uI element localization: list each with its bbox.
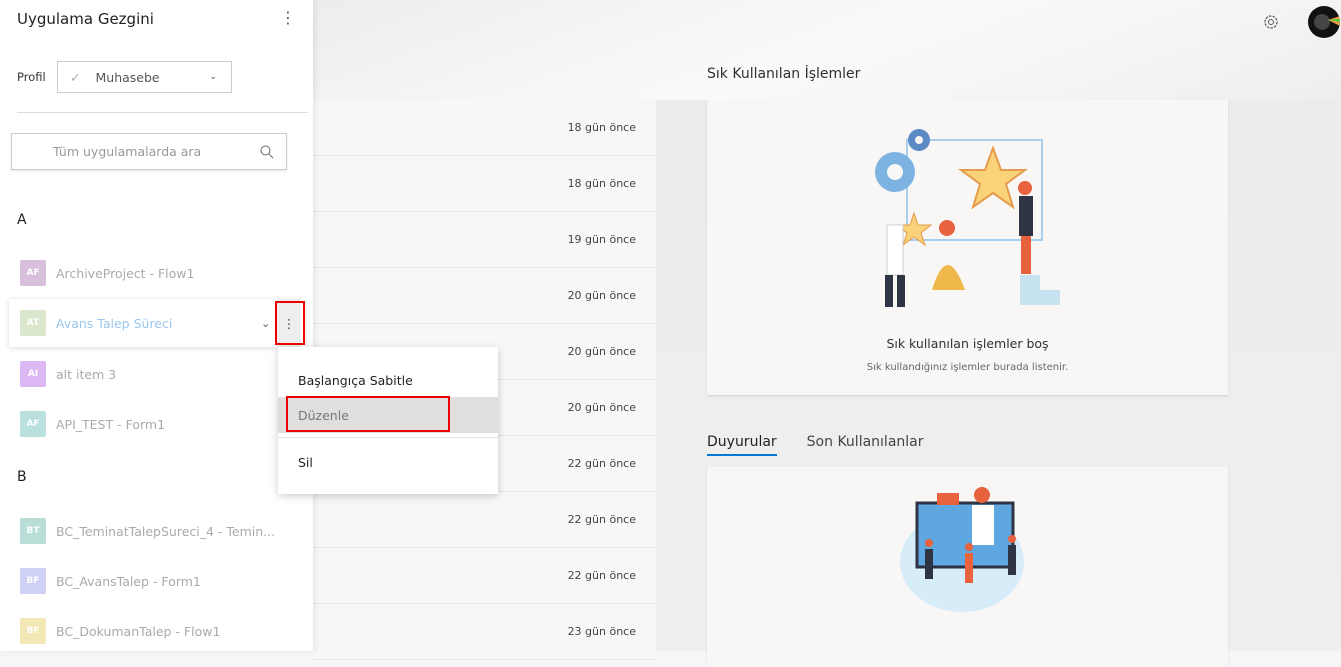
menu-divider <box>278 437 498 438</box>
app-label: BC_AvansTalep - Form1 <box>56 573 201 589</box>
row-time: 20 gün önce <box>567 401 636 414</box>
panel-more-icon[interactable]: ⋮ <box>280 8 296 27</box>
check-icon: ✓ <box>70 69 81 85</box>
divider <box>17 112 308 113</box>
profile-label: Profil <box>17 70 46 84</box>
chevron-down-icon[interactable]: ⌄ <box>261 317 270 330</box>
row-time: 23 gün önce <box>567 625 636 638</box>
app-badge: AF <box>20 411 46 437</box>
menu-item-delete[interactable]: Sil <box>278 444 498 480</box>
panel-title: Uygulama Gezgini <box>17 10 154 28</box>
search-icon[interactable] <box>260 145 274 159</box>
app-label: API_TEST - Form1 <box>56 416 166 432</box>
search-input[interactable]: Tüm uygulamalarda ara <box>11 133 287 170</box>
chevron-down-icon: ⌄ <box>209 72 217 82</box>
app-item[interactable]: BT BC_TeminatTalepSureci_4 - Temin... <box>9 507 305 555</box>
app-label: Avans Talep Süreci <box>56 315 173 331</box>
recent-row[interactable]: 22 gün önce <box>313 548 656 604</box>
tab-announcements[interactable]: Duyurular <box>707 434 777 456</box>
app-badge: BF <box>20 568 46 594</box>
row-time: 22 gün önce <box>567 569 636 582</box>
empty-title: Sık kullanılan işlemler boş <box>886 336 1049 351</box>
app-badge: AI <box>20 361 46 387</box>
settings-gear-icon[interactable] <box>1262 13 1280 31</box>
app-item[interactable]: BF BC_AvansTalep - Form1 <box>9 557 305 605</box>
recent-row[interactable]: 18 gün önce <box>313 100 656 156</box>
row-time: 20 gün önce <box>567 345 636 358</box>
row-time: 19 gün önce <box>567 233 636 246</box>
app-badge: AF <box>20 260 46 286</box>
app-item[interactable]: BF BC_DokumanTalep - Flow1 <box>9 607 305 655</box>
user-avatar[interactable] <box>1308 6 1340 38</box>
announcements-card <box>707 467 1228 667</box>
app-item[interactable]: AF API_TEST - Form1 <box>9 400 305 448</box>
row-time: 18 gün önce <box>567 177 636 190</box>
search-placeholder: Tüm uygulamalarda ara <box>53 144 202 159</box>
tabs: Duyurular Son Kullanılanlar <box>707 434 924 456</box>
app-label: BC_DokumanTalep - Flow1 <box>56 623 221 639</box>
app-label: BC_TeminatTalepSureci_4 - Temin... <box>56 523 276 539</box>
empty-subtitle: Sık kullandığınız işlemler burada listen… <box>866 362 1069 373</box>
group-letter: A <box>17 212 27 228</box>
row-time: 20 gün önce <box>567 289 636 302</box>
recent-row[interactable]: 22 gün önce <box>313 492 656 548</box>
app-item[interactable]: AT Avans Talep Süreci ⌄ ⋮ <box>9 299 305 347</box>
row-time: 18 gün önce <box>567 121 636 134</box>
highlight-edit-item <box>286 396 450 432</box>
app-label: alt item 3 <box>56 366 117 382</box>
tab-recently-used[interactable]: Son Kullanılanlar <box>807 434 924 456</box>
profile-dropdown[interactable]: ✓ Muhasebe ⌄ <box>57 61 232 93</box>
frequent-title: Sık Kullanılan İşlemler <box>707 66 861 82</box>
row-time: 22 gün önce <box>567 457 636 470</box>
group-letter: B <box>17 469 27 485</box>
empty-illustration <box>875 129 1060 307</box>
profile-value: Muhasebe <box>95 69 160 85</box>
app-navigator-panel: Uygulama Gezgini ⋮ Profil ✓ Muhasebe ⌄ T… <box>0 0 313 651</box>
recent-row[interactable]: 18 gün önce <box>313 156 656 212</box>
menu-item-pin[interactable]: Başlangıça Sabitle <box>278 362 498 398</box>
row-time: 22 gün önce <box>567 513 636 526</box>
highlight-more-button <box>275 301 305 345</box>
frequent-card: Sık kullanılan işlemler boş Sık kullandı… <box>707 100 1228 395</box>
recent-row[interactable]: 20 gün önce <box>313 268 656 324</box>
app-badge: AT <box>20 310 46 336</box>
app-badge: BF <box>20 618 46 644</box>
recent-row[interactable]: 23 gün önce <box>313 604 656 660</box>
announcements-illustration <box>900 487 1024 612</box>
recent-row[interactable]: 19 gün önce <box>313 212 656 268</box>
app-label: ArchiveProject - Flow1 <box>56 265 195 281</box>
app-item[interactable]: AF ArchiveProject - Flow1 <box>9 249 305 297</box>
app-badge: BT <box>20 518 46 544</box>
app-item[interactable]: AI alt item 3 <box>9 350 305 398</box>
